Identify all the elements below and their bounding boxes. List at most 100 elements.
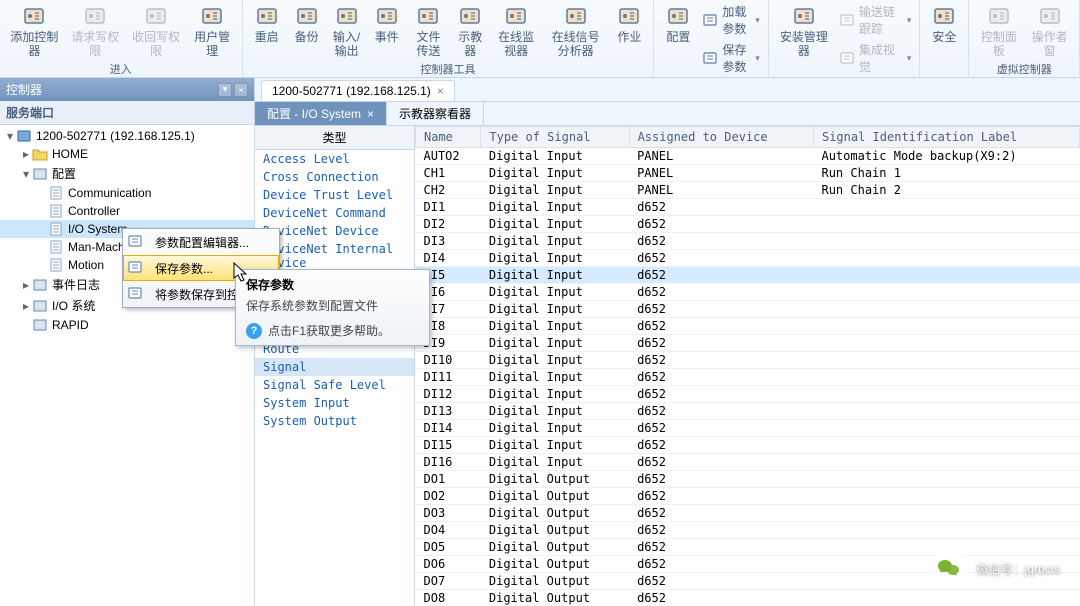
cfg-folder-icon xyxy=(32,167,48,181)
tree-node[interactable]: ▸HOME xyxy=(0,145,254,163)
type-item[interactable]: Device Trust Level xyxy=(255,186,414,204)
tree-node[interactable]: Controller xyxy=(0,202,254,220)
column-header[interactable]: Assigned to Device xyxy=(629,127,813,148)
editor-icon xyxy=(127,233,149,251)
load-param-icon xyxy=(702,12,718,28)
folder-icon xyxy=(32,147,48,161)
table-row[interactable]: DI12Digital Inputd652 xyxy=(416,386,1080,403)
type-item[interactable]: System Input xyxy=(255,394,414,412)
ribbon-write-rev: 收回写权限 xyxy=(126,2,187,60)
ribbon-controller[interactable]: 添加控制器 xyxy=(4,2,65,60)
ribbon-backup[interactable]: 备份 xyxy=(287,2,327,60)
signal-grid[interactable]: NameType of SignalAssigned to DeviceSign… xyxy=(415,126,1080,606)
ribbon-online-mon[interactable]: 在线监视器 xyxy=(490,2,542,60)
sub-tab[interactable]: 配置 - I/O System× xyxy=(255,102,387,125)
save-param-icon xyxy=(702,50,718,66)
ribbon-restart[interactable]: 重启 xyxy=(247,2,287,60)
column-header[interactable]: Name xyxy=(416,127,481,148)
table-row[interactable]: DI14Digital Inputd652 xyxy=(416,420,1080,437)
doc-icon xyxy=(48,258,64,272)
table-row[interactable]: DI3Digital Inputd652 xyxy=(416,233,1080,250)
type-item[interactable]: Access Level xyxy=(255,150,414,168)
main-tab-label: 1200-502771 (192.168.125.1) xyxy=(272,84,431,98)
table-row[interactable]: DI5Digital Inputd652 xyxy=(416,267,1080,284)
ribbon-ctrl-panel: 控制面板 xyxy=(973,2,1024,60)
tree-node[interactable]: ▾1200-502771 (192.168.125.1) xyxy=(0,127,254,145)
table-row[interactable]: DI15Digital Inputd652 xyxy=(416,437,1080,454)
close-icon[interactable]: × xyxy=(437,84,444,98)
sub-tab[interactable]: 示教器察看器 xyxy=(387,102,484,125)
users-icon xyxy=(198,4,226,28)
doc-icon xyxy=(48,204,64,218)
vision-icon xyxy=(839,50,855,66)
type-item[interactable]: DeviceNet Command xyxy=(255,204,414,222)
node-icon xyxy=(16,129,32,143)
table-row[interactable]: DO1Digital Outputd652 xyxy=(416,471,1080,488)
table-row[interactable]: DI16Digital Inputd652 xyxy=(416,454,1080,471)
column-header[interactable]: Type of Signal xyxy=(481,127,629,148)
type-item[interactable]: System Output xyxy=(255,412,414,430)
ribbon-op-win: 操作者窗 xyxy=(1024,2,1075,60)
ribbon-safety[interactable]: 安全 xyxy=(924,2,964,75)
conveyor-icon xyxy=(839,12,855,28)
type-item[interactable]: Signal xyxy=(255,358,414,376)
table-row[interactable]: DI6Digital Inputd652 xyxy=(416,284,1080,301)
install-icon xyxy=(790,4,818,28)
table-row[interactable]: DI4Digital Inputd652 xyxy=(416,250,1080,267)
log-icon xyxy=(32,278,48,292)
ribbon-signal-an[interactable]: 在线信号分析器 xyxy=(542,2,609,60)
table-row[interactable]: DI10Digital Inputd652 xyxy=(416,352,1080,369)
restart-icon xyxy=(253,4,281,28)
ribbon-job[interactable]: 作业 xyxy=(609,2,649,60)
file-xfer-icon xyxy=(414,4,442,28)
ribbon-teach[interactable]: 示教器 xyxy=(450,2,490,60)
watermark: 微信号：jqrbcts xyxy=(931,550,1060,586)
table-row[interactable]: DI1Digital Inputd652 xyxy=(416,199,1080,216)
ribbon-load-param[interactable]: 加载参数▾ xyxy=(698,2,763,38)
tooltip-body: 保存系统参数到配置文件 xyxy=(246,297,419,314)
type-item[interactable]: Cross Connection xyxy=(255,168,414,186)
tree-node[interactable]: Communication xyxy=(0,184,254,202)
table-row[interactable]: DO4Digital Outputd652 xyxy=(416,522,1080,539)
ribbon-save-param[interactable]: 保存参数▾ xyxy=(698,40,763,76)
table-row[interactable]: DI2Digital Inputd652 xyxy=(416,216,1080,233)
table-row[interactable]: DI8Digital Inputd652 xyxy=(416,318,1080,335)
table-row[interactable]: DI9Digital Inputd652 xyxy=(416,335,1080,352)
ribbon-events[interactable]: 事件 xyxy=(367,2,407,60)
table-row[interactable]: CH2Digital InputPANELRun Chain 2 xyxy=(416,182,1080,199)
tooltip-help-text: 点击F1获取更多帮助。 xyxy=(268,322,390,339)
ribbon-io[interactable]: 输入/ 输出 xyxy=(327,2,367,60)
watermark-text: 微信号：jqrbcts xyxy=(977,560,1060,577)
tree-node[interactable]: RAPID xyxy=(0,316,254,334)
context-menu-item[interactable]: 参数配置编辑器... xyxy=(123,229,279,255)
column-header[interactable]: Signal Identification Label xyxy=(813,127,1079,148)
table-row[interactable]: AUTO2Digital InputPANELAutomatic Mode ba… xyxy=(416,148,1080,165)
table-row[interactable]: DI13Digital Inputd652 xyxy=(416,403,1080,420)
rapid-icon xyxy=(32,318,48,332)
panel-title: 控制器 xyxy=(6,81,42,98)
signal-an-icon xyxy=(562,4,590,28)
table-row[interactable]: DO2Digital Outputd652 xyxy=(416,488,1080,505)
teach-icon xyxy=(456,4,484,28)
op-win-icon xyxy=(1036,4,1064,28)
ribbon-conveyor: 输送链跟踪▾ xyxy=(835,2,916,38)
config-content: 类型 Access LevelCross ConnectionDevice Tr… xyxy=(255,126,1080,606)
type-header: 类型 xyxy=(255,126,414,150)
main-tab-bar: 1200-502771 (192.168.125.1) × xyxy=(255,78,1080,102)
ribbon-file-xfer[interactable]: 文件传送 xyxy=(407,2,451,60)
doc-icon xyxy=(48,240,64,254)
panel-dropdown-icon[interactable]: ▾ xyxy=(218,83,232,97)
table-row[interactable]: DI7Digital Inputd652 xyxy=(416,301,1080,318)
ribbon-users[interactable]: 用户管理 xyxy=(187,2,238,60)
panel-close-icon[interactable]: × xyxy=(234,83,248,97)
close-icon[interactable]: × xyxy=(367,107,374,121)
table-row[interactable]: DO8Digital Outputd652 xyxy=(416,590,1080,606)
table-row[interactable]: CH1Digital InputPANELRun Chain 1 xyxy=(416,165,1080,182)
type-list: 类型 Access LevelCross ConnectionDevice Tr… xyxy=(255,126,415,606)
main-tab[interactable]: 1200-502771 (192.168.125.1) × xyxy=(261,80,455,101)
table-row[interactable]: DO3Digital Outputd652 xyxy=(416,505,1080,522)
table-row[interactable]: DI11Digital Inputd652 xyxy=(416,369,1080,386)
type-item[interactable]: Signal Safe Level xyxy=(255,376,414,394)
online-mon-icon xyxy=(502,4,530,28)
tree-node[interactable]: ▾配置 xyxy=(0,163,254,184)
